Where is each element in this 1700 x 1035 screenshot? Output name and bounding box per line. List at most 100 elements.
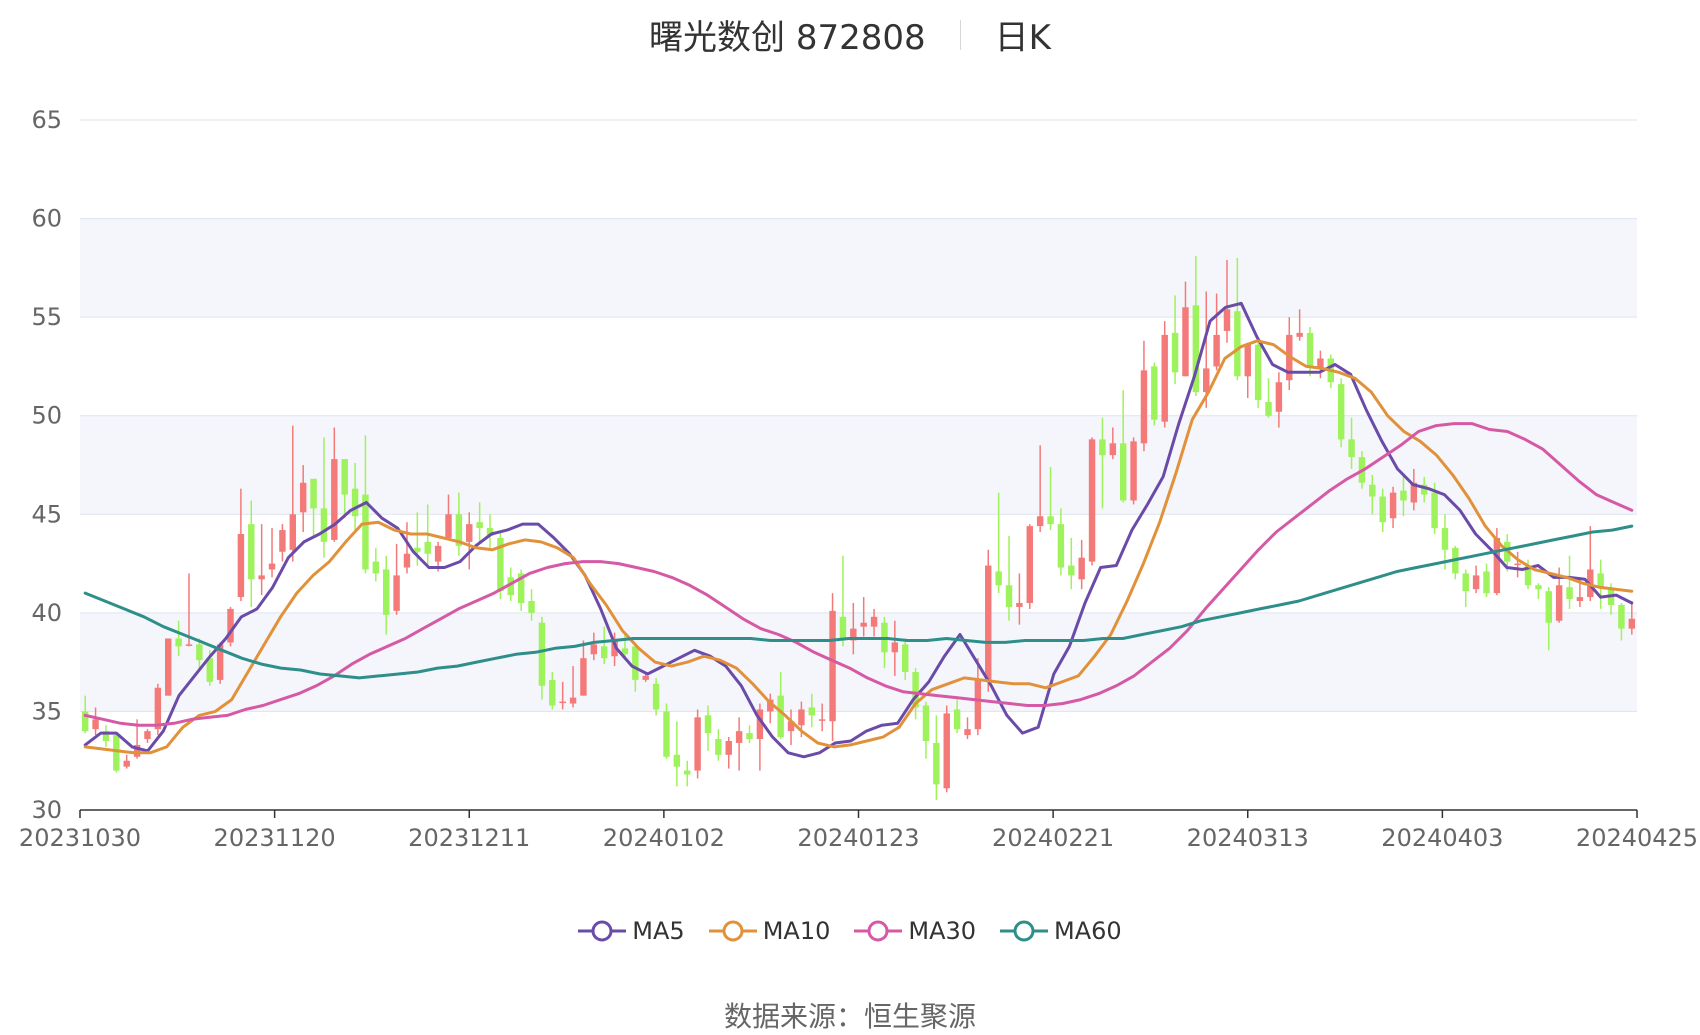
candle-body (1151, 366, 1158, 420)
candle-body (1068, 565, 1075, 576)
candle-body (1182, 307, 1189, 377)
candle-body (1441, 528, 1449, 550)
candle-body (1244, 344, 1251, 377)
candle-body (414, 547, 421, 552)
y-tick-label: 40 (31, 599, 62, 627)
candle-body (528, 601, 535, 613)
candle-body (891, 642, 899, 653)
candle-body (725, 741, 732, 755)
candle-body (673, 754, 681, 767)
candle-body (445, 514, 452, 538)
candle-body (632, 646, 639, 680)
data-source-value: 恒生聚源 (864, 1000, 977, 1033)
candle-body (424, 541, 431, 554)
candle-body (642, 675, 649, 680)
candle-body (1088, 439, 1096, 562)
candle-body (808, 707, 816, 716)
candle-body (1275, 382, 1283, 412)
candle-body (434, 545, 442, 562)
candle-body (196, 644, 203, 661)
candle-body (735, 731, 743, 743)
candle-body (933, 742, 940, 785)
candle-body (476, 522, 483, 529)
candle-body (1161, 334, 1168, 422)
y-tick-label: 50 (31, 402, 62, 430)
candle-body (279, 530, 286, 552)
legend-marker-icon (708, 920, 757, 941)
candle-body (590, 644, 598, 655)
x-tick-label: 20240313 (1187, 824, 1309, 852)
candle-body (185, 644, 193, 646)
candle-body (1628, 618, 1636, 629)
candle-body (684, 770, 691, 775)
x-tick-label: 20231120 (214, 824, 336, 852)
legend-item-ma10[interactable]: MA10 (708, 916, 830, 945)
candle-body (1306, 332, 1314, 367)
legend: MA5 MA10 MA30 MA60 (0, 915, 1700, 945)
x-tick-label: 20240102 (603, 824, 725, 852)
legend-item-ma60[interactable]: MA60 (1000, 916, 1122, 945)
candle-body (248, 524, 255, 580)
legend-item-ma30[interactable]: MA30 (854, 916, 976, 945)
candle-body (1254, 344, 1262, 400)
candle-body (549, 679, 556, 706)
candle-body (860, 622, 867, 627)
legend-item-ma5[interactable]: MA5 (578, 916, 685, 945)
candle-body (393, 575, 400, 611)
y-tick-label: 35 (31, 697, 62, 725)
candle-body (922, 705, 930, 741)
candle-body (829, 610, 836, 722)
candle-body (1379, 496, 1386, 523)
candle-body (1400, 490, 1407, 501)
y-tick-label: 30 (31, 796, 62, 824)
candle-body (953, 709, 961, 730)
candle-body (258, 575, 265, 580)
candle-body (268, 563, 276, 570)
candle-body (559, 701, 566, 704)
candle-body (289, 514, 297, 550)
candle-body (341, 459, 348, 495)
candle-body (92, 719, 99, 730)
x-tick-label: 20231030 (19, 824, 141, 852)
legend-marker-icon (578, 920, 627, 941)
x-tick-label: 20240123 (797, 824, 919, 852)
legend-marker-icon (1000, 920, 1049, 941)
candle-body (1099, 439, 1106, 456)
candle-body (154, 687, 162, 730)
candle-body (715, 739, 722, 755)
candle-body (538, 622, 546, 686)
x-tick-label: 20231211 (408, 824, 530, 852)
y-tick-label: 60 (31, 205, 62, 233)
candle-body (165, 638, 172, 696)
candle-body (1109, 443, 1117, 456)
candle-body (1337, 384, 1345, 440)
candle-body (569, 697, 577, 704)
y-tick-label: 45 (31, 500, 62, 528)
candle-body (746, 733, 753, 740)
candle-body (663, 711, 670, 757)
candle-body (901, 644, 909, 672)
candle-body (1535, 585, 1542, 590)
candle-body (320, 508, 328, 542)
candle-body (694, 717, 701, 771)
candle-body (1566, 587, 1573, 600)
candle-body (1036, 516, 1044, 527)
candle-body (1597, 573, 1604, 588)
candle-body (382, 569, 390, 615)
data-source-label: 数据来源： (723, 1000, 864, 1033)
candle-body (113, 735, 120, 771)
candle-body (600, 646, 608, 659)
y-tick-label: 55 (31, 303, 62, 331)
candle-body (943, 713, 950, 789)
candle-body (1203, 368, 1210, 393)
data-source: 数据来源：恒生聚源 (0, 995, 1700, 1035)
candle-body (351, 488, 359, 517)
candle-body (1545, 591, 1552, 623)
candle-body (1555, 585, 1563, 621)
candle-body (1265, 401, 1272, 416)
candle-body (1130, 441, 1137, 501)
candle-body (310, 478, 317, 509)
legend-circle (722, 920, 744, 941)
candle-body (580, 658, 587, 696)
candle-body (1618, 604, 1625, 629)
